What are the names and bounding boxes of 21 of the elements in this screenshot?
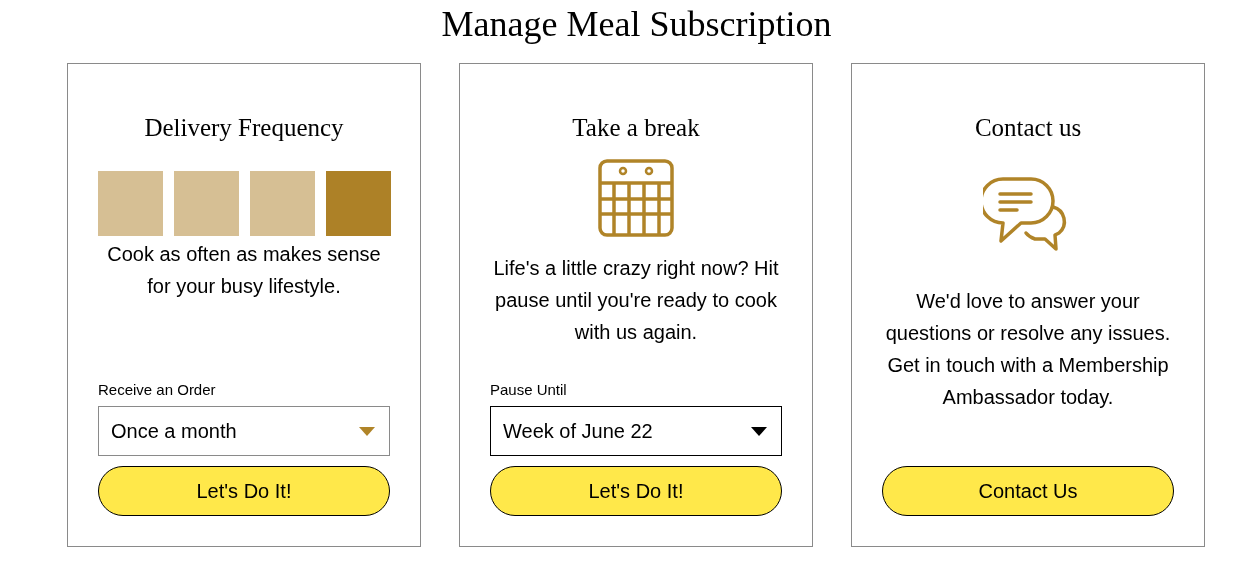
card-description: Life's a little crazy right now? Hit pause until you're ready to cook with us again. bbox=[492, 256, 780, 345]
select-label: Pause Until bbox=[490, 381, 568, 399]
select-label: Receive an Order bbox=[98, 381, 217, 399]
frequency-option[interactable] bbox=[249, 171, 315, 236]
dropdown[interactable]: Week of June 22 bbox=[490, 406, 782, 456]
card-title: Delivery Frequency bbox=[144, 113, 344, 143]
action-button[interactable]: Let's Do It! bbox=[490, 466, 782, 516]
card-title: Contact us bbox=[974, 113, 1082, 143]
frequency-option[interactable] bbox=[97, 171, 163, 236]
caret-icon bbox=[751, 426, 767, 436]
action-button[interactable]: Let's Do It! bbox=[98, 466, 390, 516]
caret-icon bbox=[359, 426, 375, 436]
card-description: Cook as often as makes sense for your busy lifestyle. bbox=[106, 242, 382, 299]
dropdown[interactable]: Once a month bbox=[98, 406, 390, 456]
card-description: We'd love to answer your questions or resolve any issues. Get in touch with a Membership Ambassador today. bbox=[884, 289, 1172, 410]
page-title: Manage Meal Subscription bbox=[440, 3, 833, 46]
action-button[interactable]: Contact Us bbox=[882, 466, 1174, 516]
frequency-option[interactable] bbox=[325, 171, 391, 236]
calendar-icon bbox=[598, 159, 674, 237]
card-title: Take a break bbox=[572, 113, 700, 143]
frequency-option[interactable] bbox=[173, 171, 239, 236]
